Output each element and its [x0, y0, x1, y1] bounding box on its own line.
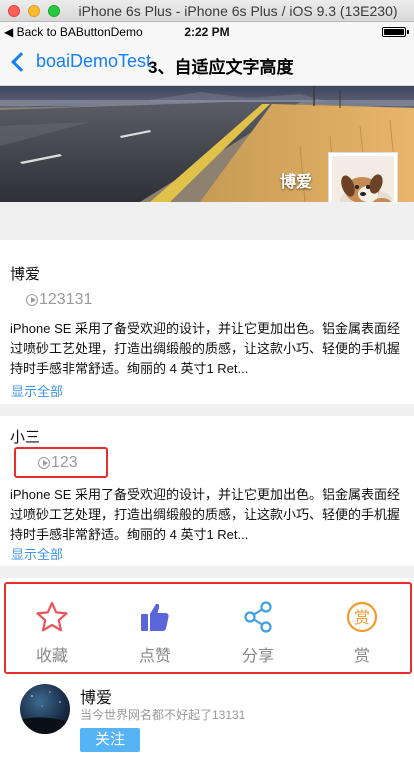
play-count[interactable]: 123131 [26, 291, 92, 309]
show-all-link[interactable]: 显示全部 [11, 544, 63, 563]
favorite-button[interactable]: 收藏 [7, 600, 97, 670]
avatar[interactable] [20, 684, 70, 734]
share-icon [244, 601, 272, 633]
reward-icon-glyph: 赏 [354, 608, 370, 627]
post-author-name: 小三 [10, 429, 41, 446]
close-window-button[interactable] [8, 5, 20, 17]
like-button[interactable]: 点赞 [110, 600, 200, 670]
star-icon [36, 601, 68, 632]
play-count[interactable]: 123 [38, 454, 78, 472]
play-icon [26, 294, 38, 306]
section-spacer [0, 566, 414, 578]
thumbs-up-icon [141, 603, 169, 631]
reward-icon: 赏 [346, 601, 378, 633]
page-title: 3、自适应文字高度 [148, 58, 294, 77]
follow-button[interactable]: 关注 [80, 728, 140, 752]
simulator-window-title: iPhone 6s Plus - iPhone 6s Plus / iOS 9.… [78, 3, 398, 19]
header-user-name: 博爱 [280, 174, 313, 191]
play-count-value: 123 [51, 454, 78, 471]
status-time: 2:22 PM [184, 25, 230, 39]
zoom-window-button[interactable] [48, 5, 60, 17]
post-body-text: iPhone SE 采用了备受欢迎的设计，并让它更加出色。铝金属表面经过喷砂工艺… [10, 487, 401, 542]
play-count-value: 123131 [39, 291, 93, 308]
reward-button[interactable]: 赏 赏 [317, 600, 407, 670]
navigation-bar: boaiDemoTest 3、自适应文字高度 [0, 42, 414, 86]
footer-user-subtitle: 当今世界网名都不好起了13131 [80, 708, 246, 722]
favorite-label: 收藏 [35, 648, 68, 665]
back-button[interactable]: boaiDemoTest [10, 51, 151, 72]
back-button-label: boaiDemoTest [36, 51, 152, 71]
share-button[interactable]: 分享 [213, 600, 303, 670]
battery-level [384, 29, 404, 35]
chevron-left-icon [11, 51, 31, 72]
section-spacer [0, 202, 414, 240]
post-body-text: iPhone SE 采用了备受欢迎的设计，并让它更加出色。铝金属表面经过喷砂工艺… [10, 321, 401, 376]
minimize-window-button[interactable] [28, 5, 40, 17]
share-label: 分享 [241, 648, 274, 665]
battery-icon [382, 27, 409, 37]
status-bar: ◀ Back to BAButtonDemo 2:22 PM [0, 22, 414, 42]
reward-label: 赏 [353, 648, 370, 665]
section-spacer [0, 404, 414, 416]
simulator-title-bar: iPhone 6s Plus - iPhone 6s Plus / iOS 9.… [0, 0, 414, 22]
show-all-link[interactable]: 显示全部 [11, 381, 63, 400]
post-author-name: 博爱 [10, 266, 41, 283]
footer-user-name: 博爱 [80, 690, 113, 707]
user-avatar-image [20, 684, 70, 734]
like-label: 点赞 [138, 648, 171, 665]
play-icon [38, 457, 50, 469]
